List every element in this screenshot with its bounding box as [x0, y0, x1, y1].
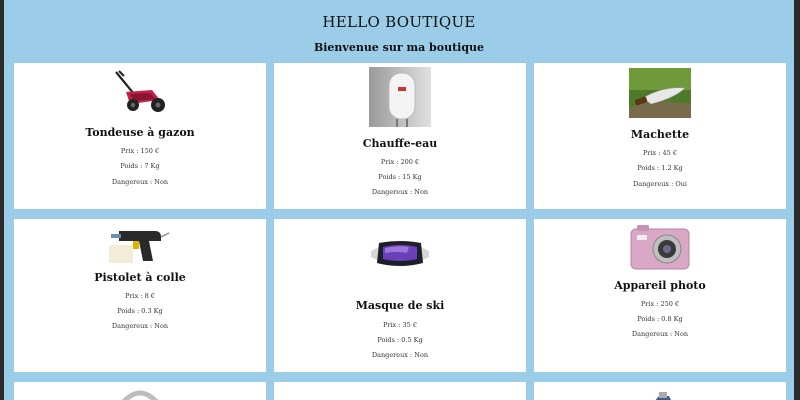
- product-price: Prix : 35 €: [382, 321, 418, 329]
- product-card[interactable]: [274, 382, 526, 400]
- product-card[interactable]: Machette Prix : 45 € Poids : 1.2 Kg Dang…: [534, 63, 786, 209]
- product-price: Prix : 200 €: [380, 158, 420, 166]
- product-card[interactable]: Masque de ski Prix : 35 € Poids : 0.5 Kg…: [274, 219, 526, 372]
- product-name: Tondeuse à gazon: [85, 126, 195, 139]
- product-name: Pistolet à colle: [94, 271, 186, 284]
- product-price: Prix : 45 €: [642, 149, 678, 157]
- glue-gun-icon: [109, 231, 170, 263]
- product-danger: Dangereux : Non: [371, 351, 429, 359]
- product-price: Prix : 150 €: [120, 147, 160, 155]
- water-heater-icon: [369, 67, 431, 127]
- product-name: Appareil photo: [614, 279, 706, 292]
- product-danger: Dangereux : Oui: [632, 180, 687, 188]
- product-danger: Dangereux : Non: [631, 330, 689, 338]
- product-image: [375, 390, 425, 400]
- product-name: Chauffe-eau: [362, 137, 438, 150]
- product-card[interactable]: Pistolet à colle Prix : 8 € Poids : 0.3 …: [14, 219, 266, 372]
- product-card[interactable]: Tondeuse à gazon Prix : 150 € Poids : 7 …: [14, 63, 266, 209]
- product-weight: Poids : 15 Kg: [378, 173, 422, 181]
- product-danger: Dangereux : Non: [111, 322, 169, 330]
- product-card[interactable]: Appareil photo Prix : 250 € Poids : 0.8 …: [534, 219, 786, 372]
- product-name: Machette: [630, 128, 690, 141]
- product-danger: Dangereux : Non: [111, 178, 169, 186]
- product-price: Prix : 250 €: [640, 300, 680, 308]
- page-frame: HELLO BOUTIQUE Bienvenue sur ma boutique…: [4, 0, 794, 400]
- product-card[interactable]: Chauffe-eau Prix : 200 € Poids : 15 Kg D…: [274, 63, 526, 209]
- product-weight: Poids : 0.5 Kg: [377, 336, 423, 344]
- machete-icon: [629, 68, 691, 118]
- product-image: [655, 392, 671, 400]
- ski-mask-icon: [371, 241, 429, 266]
- product-card[interactable]: [534, 382, 786, 400]
- page-title: HELLO BOUTIQUE: [322, 13, 476, 31]
- lawn-mower-icon: [115, 70, 165, 112]
- product-card[interactable]: [14, 382, 266, 400]
- product-name: Masque de ski: [355, 299, 445, 312]
- camera-icon: [630, 225, 690, 270]
- product-price: Prix : 8 €: [125, 292, 155, 300]
- product-danger: Dangereux : Non: [371, 188, 429, 196]
- product-weight: Poids : 1.2 Kg: [637, 164, 683, 172]
- product-weight: Poids : 7 Kg: [120, 162, 160, 170]
- product-image: [121, 390, 159, 400]
- product-weight: Poids : 0.3 Kg: [117, 307, 163, 315]
- product-weight: Poids : 0.8 Kg: [637, 315, 683, 323]
- page-subtitle: Bienvenue sur ma boutique: [313, 41, 485, 54]
